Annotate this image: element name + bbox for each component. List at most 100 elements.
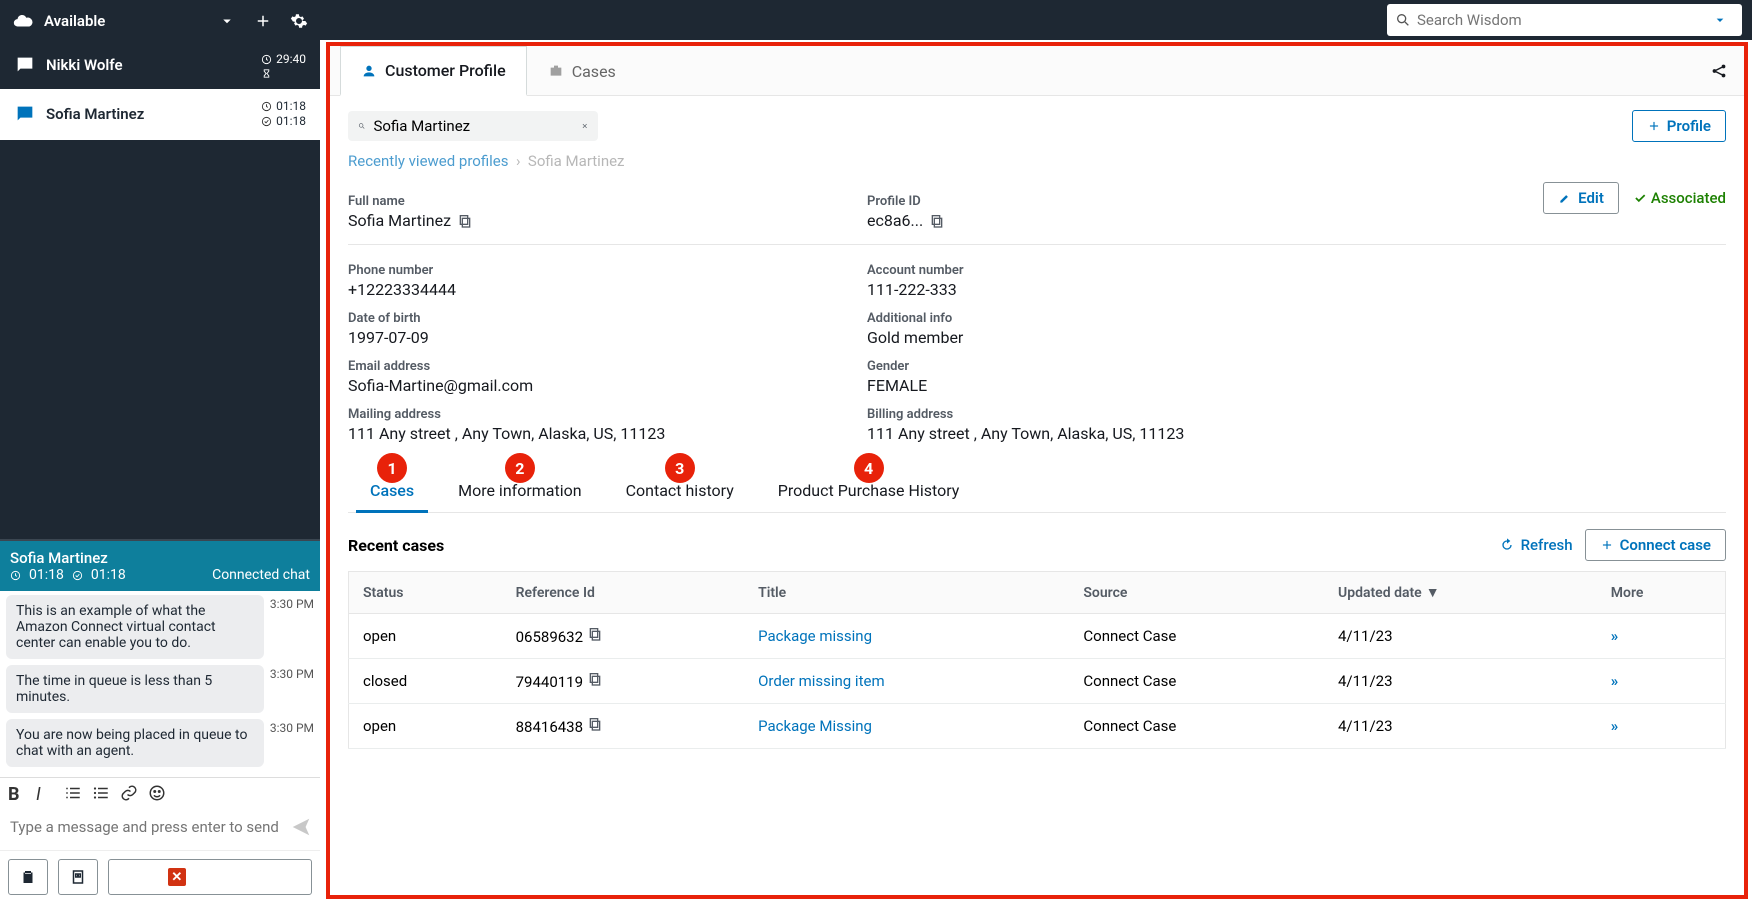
col-more[interactable]: More [1597, 572, 1726, 614]
sidebar-top: Available [0, 0, 320, 42]
contact-name: Sofia Martinez [46, 105, 251, 123]
cell-source: Connect Case [1069, 614, 1324, 659]
chat-bubble: You are now being placed in queue to cha… [6, 719, 264, 767]
annotation-badge: 2 [505, 453, 535, 483]
copy-icon[interactable] [457, 213, 473, 229]
cell-more[interactable]: » [1597, 614, 1726, 659]
field-value: 111 Any street , Any Town, Alaska, US, 1… [348, 424, 847, 443]
field-label: Date of birth [348, 311, 847, 326]
wisdom-search-input[interactable] [1417, 11, 1706, 29]
chat-header: Sofia Martinez 01:18 01:18 Connected cha… [0, 541, 320, 591]
contact-times: 01:18 01:18 [261, 99, 306, 130]
copy-icon[interactable] [929, 213, 945, 229]
field-value: Sofia-Martine@gmail.com [348, 376, 847, 395]
tab-customer-profile[interactable]: Customer Profile [340, 46, 527, 96]
clock-icon [261, 54, 272, 65]
emoji-icon[interactable] [148, 784, 166, 802]
chat-message: You are now being placed in queue to cha… [6, 719, 314, 767]
subtab-more-info[interactable]: 2 More information [436, 471, 603, 512]
bullet-list-icon[interactable] [92, 784, 110, 802]
copy-icon[interactable] [587, 671, 603, 687]
cell-more[interactable]: » [1597, 659, 1726, 704]
col-title[interactable]: Title [744, 572, 1069, 614]
subtab-cases[interactable]: 1 Cases [348, 471, 436, 512]
clock-icon [261, 101, 272, 112]
refresh-icon [1499, 537, 1515, 553]
contact-button[interactable] [58, 859, 98, 895]
contact-item-sofia[interactable]: Sofia Martinez 01:18 01:18 [0, 89, 320, 140]
table-row: open 06589632 Package missing Connect Ca… [349, 614, 1726, 659]
field-label: Phone number [348, 263, 847, 278]
subtab-purchase-history[interactable]: 4 Product Purchase History [756, 471, 982, 512]
tab-cases[interactable]: Cases [527, 47, 637, 95]
profile-search[interactable] [348, 111, 598, 141]
annotation-badge: 1 [377, 453, 407, 483]
breadcrumb-link[interactable]: Recently viewed profiles [348, 152, 509, 170]
case-title-link[interactable]: Order missing item [758, 672, 885, 690]
cell-status: closed [349, 659, 502, 704]
add-profile-button[interactable]: Profile [1632, 110, 1726, 142]
case-title-link[interactable]: Package Missing [758, 717, 872, 735]
send-icon[interactable] [290, 816, 312, 838]
cell-more[interactable]: » [1597, 704, 1726, 749]
refresh-label: Refresh [1521, 536, 1573, 554]
copy-icon[interactable] [587, 716, 603, 732]
share-icon[interactable] [1710, 62, 1728, 80]
annotation-badge: 3 [665, 453, 695, 483]
associated-label: Associated [1651, 189, 1726, 207]
numbered-list-icon[interactable] [64, 784, 82, 802]
add-icon[interactable] [254, 12, 272, 30]
col-ref[interactable]: Reference Id [502, 572, 745, 614]
wisdom-search[interactable] [1387, 4, 1742, 36]
col-updated[interactable]: Updated date▼ [1324, 572, 1597, 614]
field-label: Account number [867, 263, 1366, 278]
contact-time: 01:18 [276, 114, 306, 130]
ref-value: 79440119 [516, 673, 583, 691]
copy-icon[interactable] [587, 626, 603, 642]
cell-status: open [349, 704, 502, 749]
subtab-label: More information [458, 481, 581, 500]
bold-icon[interactable]: B [8, 784, 26, 802]
field-value: ec8a6... [867, 211, 1366, 230]
subtabs: 1 Cases 2 More information 3 Contact his… [348, 471, 1726, 513]
status-chevron-icon[interactable] [218, 12, 236, 30]
field-label: Additional info [867, 311, 1366, 326]
tab-label: Cases [572, 62, 616, 81]
chat-msg-time: 3:30 PM [270, 719, 314, 735]
cell-ref: 88416438 [502, 704, 745, 749]
end-chat-label: End chat [194, 868, 252, 886]
close-icon: ✕ [168, 868, 186, 886]
tab-label: Customer Profile [385, 61, 506, 80]
clipboard-button[interactable] [8, 859, 48, 895]
col-source[interactable]: Source [1069, 572, 1324, 614]
chat-input[interactable] [8, 812, 290, 842]
associated-badge: Associated [1633, 189, 1726, 207]
check-icon [1633, 191, 1647, 205]
contact-item-nikki[interactable]: Nikki Wolfe 29:40 [0, 42, 320, 89]
cell-title: Package missing [744, 614, 1069, 659]
chat-status: Connected chat [212, 567, 310, 583]
profile-search-input[interactable] [374, 117, 573, 135]
gear-icon[interactable] [290, 12, 308, 30]
highlighted-region: Customer Profile Cases Profile [326, 42, 1748, 899]
col-status[interactable]: Status [349, 572, 502, 614]
refresh-button[interactable]: Refresh [1499, 536, 1573, 554]
cases-heading: Recent cases [348, 536, 1487, 555]
field-value: 111-222-333 [867, 280, 1366, 299]
cell-status: open [349, 614, 502, 659]
clear-icon[interactable] [581, 118, 589, 134]
cell-source: Connect Case [1069, 659, 1324, 704]
end-chat-button[interactable]: ✕ End chat [108, 859, 312, 895]
profile-details: Full name Sofia Martinez Profile ID ec8a… [348, 182, 1726, 443]
connect-case-button[interactable]: Connect case [1585, 529, 1726, 561]
subtab-label: Cases [370, 481, 414, 500]
case-title-link[interactable]: Package missing [758, 627, 872, 645]
field-value: Sofia Martinez [348, 211, 847, 230]
breadcrumb-current: Sofia Martinez [528, 152, 625, 170]
italic-icon[interactable]: I [36, 784, 54, 802]
chevron-down-icon[interactable] [1712, 12, 1728, 28]
edit-button[interactable]: Edit [1543, 182, 1619, 214]
subtab-contact-history[interactable]: 3 Contact history [604, 471, 756, 512]
link-icon[interactable] [120, 784, 138, 802]
table-row: closed 79440119 Order missing item Conne… [349, 659, 1726, 704]
